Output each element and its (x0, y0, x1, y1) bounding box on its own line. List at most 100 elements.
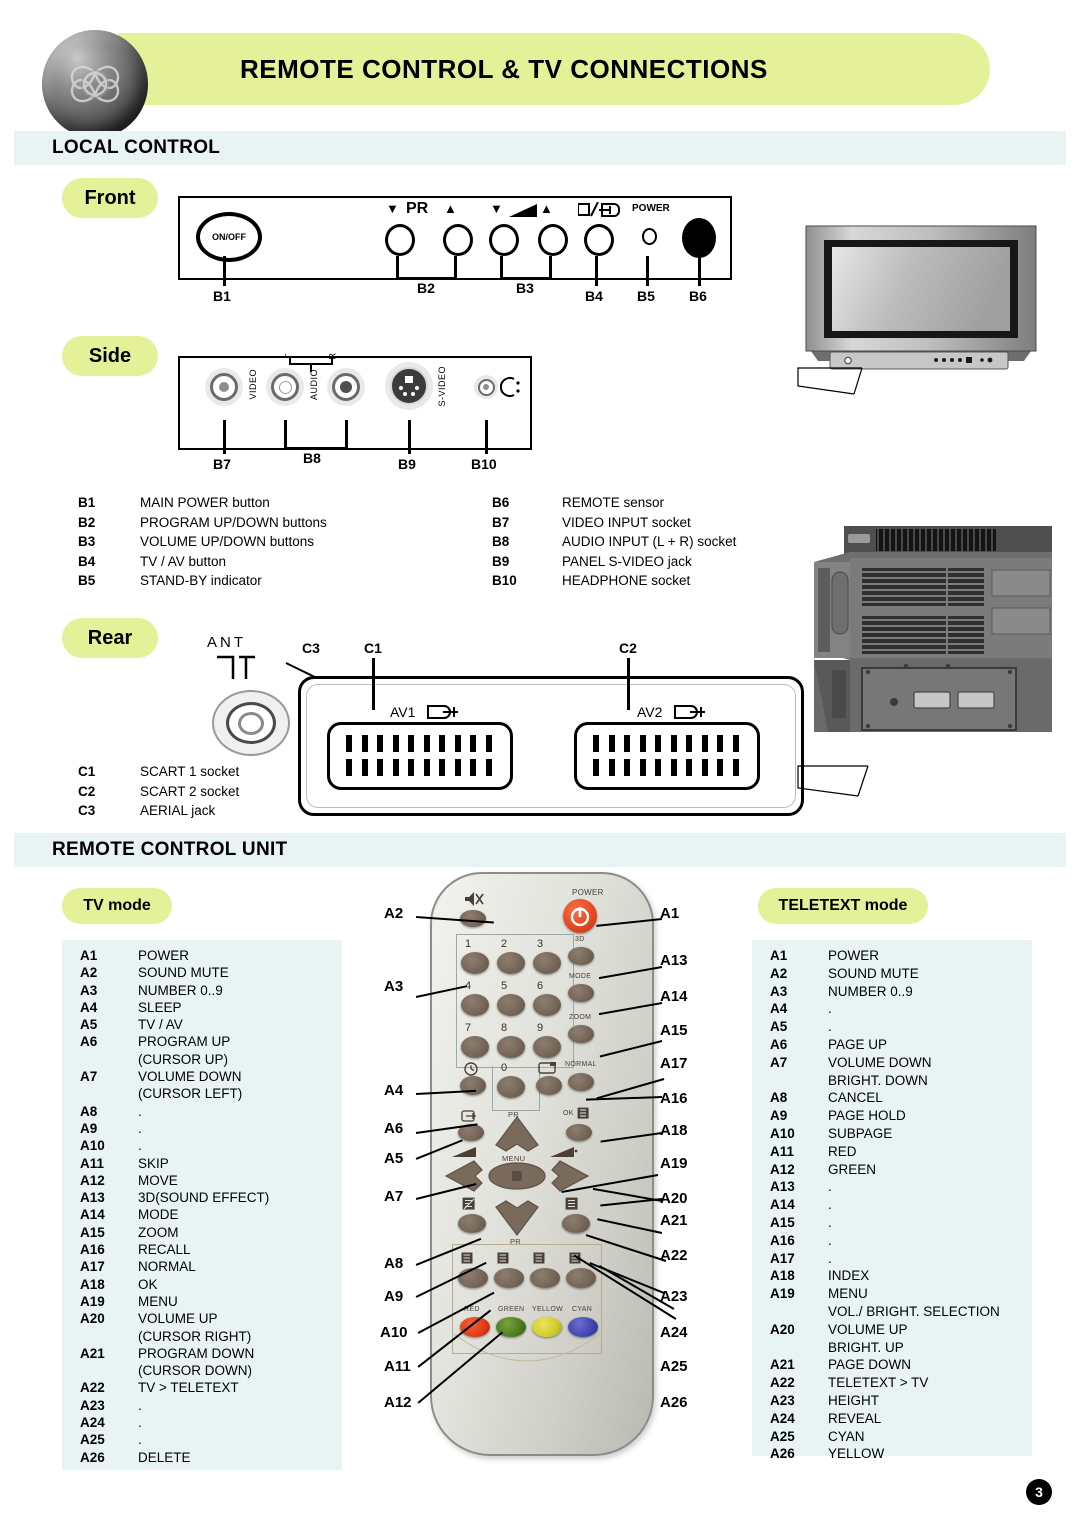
legend-desc: PAGE DOWN (828, 1357, 912, 1373)
scart-pin (485, 735, 492, 752)
legend-desc: NUMBER 0..9 (138, 982, 223, 998)
label-side: Side (62, 336, 158, 376)
pr-up-icon: ▲ (444, 201, 457, 216)
callout-a15: A15 (660, 1022, 688, 1039)
scart-pin (408, 759, 414, 776)
keypad-button-4 (461, 994, 489, 1016)
sleep-clock-icon (464, 1062, 478, 1076)
legend-code: A23 (770, 1392, 795, 1408)
onoff-button-graphic: ON/OFF (196, 212, 262, 262)
legend-row: A8 CANCEL (770, 1090, 1000, 1108)
cancel-icon (461, 1252, 473, 1264)
legend-row: B10 HEADPHONE socket (492, 573, 736, 593)
legend-desc: HEADPHONE socket (562, 573, 691, 588)
legend-code: A8 (770, 1090, 788, 1106)
legend-code: A11 (80, 1155, 105, 1171)
legend-desc: INDEX (828, 1268, 870, 1284)
s-video-jack-graphic (385, 362, 433, 410)
legend-desc: (CURSOR RIGHT) (138, 1328, 252, 1344)
legend-desc: RECALL (138, 1242, 191, 1258)
legend-row: (CURSOR RIGHT) (80, 1329, 269, 1346)
legend-code: A6 (770, 1036, 788, 1052)
legend-code: A4 (770, 1001, 788, 1017)
legend-desc: ZOOM (138, 1224, 179, 1240)
legend-row: A26 YELLOW (770, 1446, 1000, 1464)
scart-pin (439, 735, 445, 752)
scart-pin (701, 759, 708, 776)
legend-code: B3 (78, 534, 96, 549)
audio-bracket-left (289, 358, 291, 364)
legend-row: A9. (80, 1121, 269, 1138)
legend-code: A15 (770, 1214, 795, 1230)
legend-code: A2 (770, 965, 788, 981)
scart2-socket-graphic (574, 722, 760, 790)
legend-desc: PROGRAM UP (138, 1034, 231, 1050)
legend-row: A4. (770, 1001, 1000, 1019)
btn-mode-graphic (568, 984, 594, 1002)
legend-row: A20 VOLUME UP (770, 1322, 1000, 1340)
skip-teletext-icon (462, 1197, 475, 1210)
legend-desc: TV > TELETEXT (138, 1380, 239, 1396)
scart-pin (423, 759, 430, 776)
legend-row: B1 MAIN POWER button (78, 495, 327, 515)
volume-down-wedge-icon (452, 1147, 476, 1158)
legend-desc: . (138, 1120, 142, 1136)
legend-desc: . (138, 1432, 142, 1448)
legend-row: A23 HEIGHT (770, 1393, 1000, 1411)
callout-a7: A7 (384, 1188, 404, 1205)
legend-row: C1 SCART 1 socket (78, 764, 239, 784)
btn-normal-label: NORMAL (565, 1061, 597, 1068)
legend-desc: MENU (828, 1286, 868, 1302)
legend-desc: . (828, 1001, 832, 1017)
legend-desc: MODE (138, 1207, 179, 1223)
legend-row: A22 TELETEXT > TV (770, 1375, 1000, 1393)
scart-pin (392, 759, 399, 776)
pr-text-label: PR (406, 200, 429, 217)
legend-desc: NORMAL (138, 1259, 196, 1275)
btn-zoom-graphic (568, 1025, 594, 1043)
callout-a20: A20 (660, 1190, 688, 1207)
legend-desc: PROGRAM UP/DOWN buttons (140, 514, 327, 530)
scart-pin (608, 759, 615, 776)
legend-desc: SKIP (138, 1155, 169, 1171)
marker-c1: C1 (364, 640, 382, 656)
marker-b5: B5 (637, 288, 655, 304)
legend-row: A9 PAGE HOLD (770, 1108, 1000, 1126)
remote-sensor-graphic (682, 218, 716, 258)
legend-row: A7 VOLUME DOWN (770, 1055, 1000, 1073)
video-jack-label: VIDEO (248, 369, 258, 400)
power-button-label: POWER (572, 888, 604, 897)
recall-button-graphic (536, 1076, 562, 1095)
legend-row: C3 AERIAL jack (78, 803, 239, 823)
legend-row: B5 STAND-BY indicator (78, 573, 327, 593)
legend-code: A25 (80, 1432, 105, 1448)
callout-a5: A5 (384, 1150, 404, 1167)
yellow-button-label: YELLOW (532, 1306, 563, 1313)
legend-code: A13 (770, 1179, 795, 1195)
legend-row: A7 VOLUME DOWN (80, 1069, 269, 1086)
legend-desc: MENU (138, 1293, 178, 1309)
legend-code: A7 (770, 1054, 788, 1070)
tv-mode-table: A1 POWER A2 SOUND MUTE A3 NUMBER 0..9 A4 SLEEP A… (62, 940, 342, 1470)
legend-row: B9 PANEL S-VIDEO jack (492, 554, 736, 574)
legend-b-left: B1 MAIN POWER button B2 PROGRAM UP/DOWN but… (78, 495, 327, 593)
marker-b8: B8 (303, 450, 321, 466)
cursor-left-button-graphic (444, 1160, 483, 1192)
teletext-mode-table: A1 POWER A2 SOUND MUTE A3 NUMBER 0..9 A4. A5. A6… (752, 940, 1032, 1461)
s-video-jack-label: S-VIDEO (437, 366, 447, 407)
scart-pin (717, 735, 723, 752)
marker-c3: C3 (302, 640, 320, 656)
pr-down-button-graphic (385, 224, 415, 256)
keypad-number-label: 3 (537, 938, 544, 950)
legend-desc: . (828, 1250, 832, 1266)
cyan-button-label: CYAN (572, 1306, 593, 1313)
label-teletext-mode: TELETEXT mode (758, 888, 928, 924)
callout-a14: A14 (660, 988, 688, 1005)
legend-row: A12 MOVE (80, 1173, 269, 1190)
scart-pin (655, 759, 661, 776)
legend-row: A13 3D(SOUND EFFECT) (80, 1190, 269, 1207)
legend-desc: (CURSOR DOWN) (138, 1363, 252, 1379)
headphone-jack-graphic (474, 375, 498, 399)
callout-a11: A11 (384, 1358, 411, 1375)
legend-desc: (CURSOR UP) (138, 1051, 228, 1067)
